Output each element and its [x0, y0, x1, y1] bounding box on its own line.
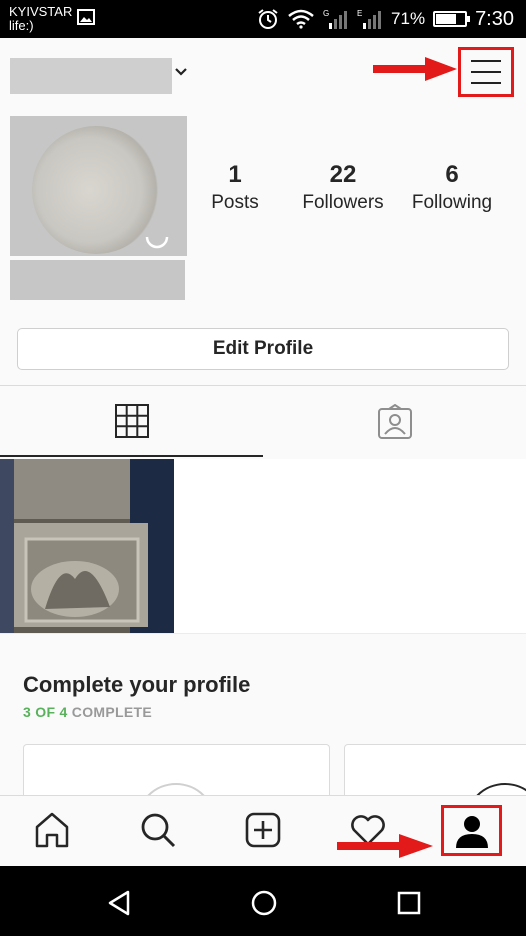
annotation-arrow-menu [373, 57, 457, 81]
nav-search[interactable] [138, 810, 178, 850]
stat-followers-value: 22 [329, 161, 357, 188]
clock: 7:30 [475, 7, 514, 30]
system-navigation-bar [0, 866, 526, 936]
progress-suffix: COMPLETE [67, 704, 152, 720]
stat-posts-label: Posts [211, 192, 259, 213]
empty-grid-space [174, 459, 526, 633]
full-name-redacted [10, 260, 185, 300]
system-home-button[interactable] [249, 888, 279, 918]
stat-followers[interactable]: 22 Followers [295, 160, 391, 216]
hamburger-menu-icon[interactable] [458, 47, 514, 97]
grid-icon [114, 403, 149, 438]
add-avatar-icon [145, 236, 169, 249]
complete-profile-section: Complete your profile 3 OF 4 COMPLETE [0, 633, 526, 804]
battery-percent: 71% [391, 9, 426, 28]
svg-text:G: G [323, 9, 329, 18]
tagged-photos-icon [377, 403, 412, 439]
image-icon [77, 9, 95, 25]
stat-following-value: 6 [445, 161, 459, 188]
profile-tabs [0, 385, 526, 457]
signal-icon: G [323, 9, 348, 29]
stat-following[interactable]: 6 Following [405, 160, 499, 216]
tab-tagged[interactable] [263, 386, 526, 457]
svg-text:E: E [357, 9, 362, 18]
home-circle-icon [251, 890, 277, 916]
stat-following-label: Following [411, 192, 493, 213]
nav-profile[interactable] [441, 805, 502, 856]
add-post-icon [245, 812, 281, 848]
status-bar: KYIVSTAR life:) G E 71% 7:30 [0, 0, 526, 38]
post-thumbnail[interactable] [0, 459, 174, 633]
back-icon [108, 890, 130, 916]
avatar[interactable] [10, 116, 187, 256]
recents-icon [397, 891, 421, 915]
home-icon [35, 812, 69, 848]
carrier-secondary: life:) [9, 18, 34, 33]
carrier-label: KYIVSTAR life:) [9, 5, 72, 33]
progress-done: 3 OF 4 [23, 704, 68, 720]
profile-icon [455, 815, 488, 848]
stat-posts[interactable]: 1 Posts [195, 160, 275, 216]
chevron-down-icon[interactable] [174, 67, 188, 77]
search-icon [141, 813, 176, 848]
stat-followers-label: Followers [302, 192, 384, 213]
complete-profile-title: Complete your profile [23, 672, 251, 697]
carrier-name: KYIVSTAR [9, 4, 73, 19]
battery-icon [433, 11, 471, 27]
nav-home[interactable] [32, 810, 72, 850]
edit-profile-button[interactable]: Edit Profile [17, 328, 509, 370]
stat-posts-value: 1 [228, 161, 242, 188]
system-back-button[interactable] [104, 888, 134, 918]
profile-stats: 1 Posts 22 Followers 6 Following [195, 160, 515, 220]
username-redacted[interactable] [10, 58, 172, 94]
signal-icon-2: E [357, 9, 382, 29]
system-recents-button[interactable] [394, 888, 424, 918]
complete-profile-progress: 3 OF 4 COMPLETE [23, 704, 152, 720]
nav-add-post[interactable] [243, 810, 283, 850]
alarm-icon [258, 9, 278, 29]
wifi-icon [288, 9, 314, 29]
tab-grid[interactable] [0, 386, 263, 457]
annotation-arrow-profile [337, 834, 433, 858]
